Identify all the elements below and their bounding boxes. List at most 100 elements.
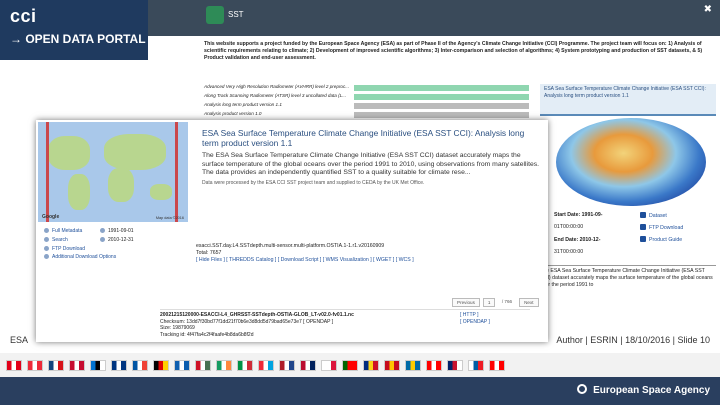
- start-date-value: 1991-09-01: [100, 228, 134, 234]
- flag-icon: [489, 359, 505, 371]
- flag-icon: [237, 359, 253, 371]
- flag-icon: [48, 359, 64, 371]
- popup-provenance: Data were processed by the ESA CCI SST p…: [202, 180, 425, 186]
- ftp-download-link[interactable]: FTP Download: [44, 246, 85, 252]
- flag-icon: [468, 359, 484, 371]
- additional-download-link[interactable]: Additional Download Options: [44, 254, 116, 260]
- http-link[interactable]: [ HTTP ]: [460, 312, 479, 319]
- flag-icon: [321, 359, 337, 371]
- google-logo: Google: [42, 214, 60, 220]
- dataset-description: The ESA Sea Surface Temperature Climate …: [540, 268, 713, 288]
- download-icon: [44, 246, 49, 251]
- dataset-row[interactable]: Along Track Scanning Radiometer (ATSR) l…: [204, 93, 529, 102]
- end-date: End Date: 2010-12-: [554, 237, 601, 243]
- previous-button[interactable]: Previous: [452, 298, 480, 307]
- opendap-link[interactable]: [ OPENDAP ]: [460, 319, 490, 326]
- dataset-detail-title: ESA Sea Surface Temperature Climate Chan…: [540, 84, 716, 116]
- dataset-bar: [354, 94, 529, 100]
- flag-icon: [342, 359, 358, 371]
- flag-icon: [447, 359, 463, 371]
- ftp-download-link[interactable]: FTP Download: [640, 224, 683, 231]
- download-icon: [640, 224, 646, 230]
- flag-icon: [111, 359, 127, 371]
- dataset-label: Along Track Scanning Radiometer (ATSR) l…: [204, 93, 347, 98]
- file-listing: esacci.SST.day.L4.SSTdepth.multi-sensor.…: [196, 243, 526, 264]
- dataset-bar: [354, 85, 529, 91]
- next-button[interactable]: Next: [519, 298, 539, 307]
- search-icon: [44, 237, 49, 242]
- portal-title: → OPEN DATA PORTAL: [10, 32, 146, 46]
- total-count: Total: 7657: [196, 250, 222, 256]
- map-land: [108, 168, 134, 202]
- map-land: [150, 184, 172, 200]
- document-icon: [640, 236, 646, 242]
- metadata-icon: [44, 228, 49, 233]
- popup-description: The ESA Sea Surface Temperature Climate …: [202, 152, 540, 176]
- dataset-label: Analysis product version 1.0: [204, 111, 262, 116]
- page-input[interactable]: 1: [482, 298, 495, 307]
- map-land: [48, 136, 90, 170]
- footer-left-label: ESA: [10, 335, 29, 345]
- cci-logo: cci: [10, 6, 37, 26]
- flag-icon: [153, 359, 169, 371]
- list-item: 20021215120000-ESACCI-L4_GHRSST-SSTdepth…: [160, 309, 530, 338]
- flag-icon: [27, 359, 43, 371]
- file-actions[interactable]: [ Hide Files ] [ THREDDS Catalog ] [ Dow…: [196, 257, 526, 264]
- flag-icon: [195, 359, 211, 371]
- dataset-list: Advanced Very High Resolution Radiometer…: [204, 84, 529, 120]
- file-tracking: Tracking id: 4f47fa4c2f4faafe4b8da6b8f2d: [160, 331, 254, 338]
- esa-mark-icon: [577, 384, 588, 394]
- file-records: 20021215120000-ESACCI-L4_GHRSST-SSTdepth…: [160, 309, 530, 338]
- pagination: Previous 1 / 766 Next: [452, 298, 539, 307]
- dataset-bar: [354, 112, 529, 118]
- slide: cci → OPEN DATA PORTAL ✖ SST This websit…: [0, 0, 720, 405]
- dataset-row[interactable]: Analysis product version 1.0: [204, 111, 529, 120]
- dataset-label: Analysis long term product version 1.1: [204, 102, 282, 107]
- dataset-id: esacci.SST.day.L4.SSTdepth.multi-sensor.…: [196, 243, 385, 249]
- open-data-portal-banner[interactable]: cci → OPEN DATA PORTAL: [0, 0, 148, 60]
- divider: [540, 265, 716, 266]
- map-land: [68, 174, 90, 210]
- flag-icon: [174, 359, 190, 371]
- flag-icon: [426, 359, 442, 371]
- flag-icon: [405, 359, 421, 371]
- info-icon: [640, 212, 646, 218]
- sst-logo-icon: [206, 6, 224, 24]
- globe-sst-image: [556, 118, 706, 206]
- map-boundary: [175, 122, 178, 222]
- dataset-label: Advanced Very High Resolution Radiometer…: [204, 84, 350, 89]
- sst-page-title: SST: [228, 10, 244, 19]
- plus-icon: [44, 254, 49, 259]
- flag-icon: [363, 359, 379, 371]
- member-state-flags: [0, 353, 720, 377]
- product-guide-link[interactable]: Product Guide: [640, 236, 682, 243]
- flag-icon: [6, 359, 22, 371]
- flag-icon: [90, 359, 106, 371]
- calendar-icon: [100, 237, 105, 242]
- map-credit: Map data ©2016: [155, 216, 184, 220]
- dataset-bar: [354, 103, 529, 109]
- map-land: [104, 134, 166, 170]
- dataset-row[interactable]: Advanced Very High Resolution Radiometer…: [204, 84, 529, 93]
- end-date-value: 2010-12-31: [100, 237, 134, 243]
- coverage-map[interactable]: Google Map data ©2016: [38, 122, 188, 222]
- dataset-row[interactable]: Analysis long term product version 1.1: [204, 102, 529, 111]
- calendar-icon: [100, 228, 105, 233]
- flag-icon: [132, 359, 148, 371]
- search-link[interactable]: Search: [44, 237, 68, 243]
- close-icon[interactable]: ✖: [704, 4, 712, 15]
- page-total: / 766: [501, 299, 513, 304]
- project-intro: This website supports a project funded b…: [204, 41, 703, 61]
- flag-icon: [384, 359, 400, 371]
- flag-icon: [216, 359, 232, 371]
- start-time: 01T00:00:00: [554, 224, 584, 230]
- flag-icon: [300, 359, 316, 371]
- flag-icon: [69, 359, 85, 371]
- slide-info: Author | ESRIN | 18/10/2016 | Slide 10: [556, 335, 710, 345]
- dataset-link[interactable]: Dataset: [640, 212, 667, 219]
- esa-footer-bar: European Space Agency: [0, 377, 720, 405]
- start-date: Start Date: 1991-09-: [554, 212, 603, 218]
- full-metadata-link[interactable]: Full Metadata: [44, 228, 82, 234]
- map-boundary: [46, 122, 49, 222]
- end-time: 31T00:00:00: [554, 249, 584, 255]
